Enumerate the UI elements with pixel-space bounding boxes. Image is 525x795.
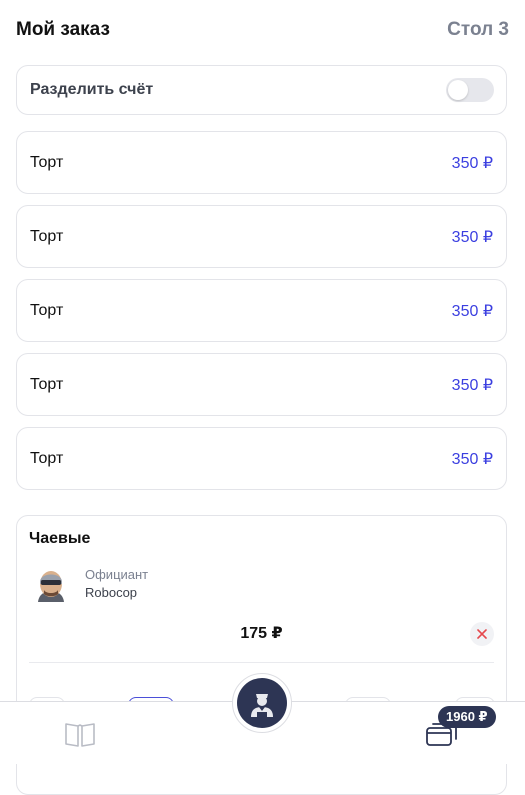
order-item[interactable]: Торт 350 ₽ [16, 427, 507, 490]
order-item[interactable]: Торт 350 ₽ [16, 131, 507, 194]
item-price: 350 ₽ [451, 302, 493, 320]
waiter-info: Официант Robocop [33, 566, 148, 602]
item-price: 350 ₽ [451, 376, 493, 394]
waiter-icon [251, 694, 273, 717]
call-waiter-button[interactable] [232, 673, 292, 733]
cart-total-badge[interactable]: 1960 ₽ [438, 706, 496, 728]
item-name: Торт [30, 153, 64, 171]
clear-tip-button[interactable] [470, 622, 494, 646]
divider [29, 662, 494, 663]
book-icon[interactable] [63, 719, 97, 749]
split-bill-row[interactable]: Разделить счёт [16, 65, 507, 115]
item-name: Торт [30, 227, 64, 245]
table-number: Стол 3 [447, 19, 509, 40]
order-item[interactable]: Торт 350 ₽ [16, 353, 507, 416]
waiter-avatar [33, 566, 69, 602]
item-name: Торт [30, 301, 64, 319]
item-price: 350 ₽ [451, 450, 493, 468]
item-name: Торт [30, 449, 64, 467]
call-waiter-inner [237, 678, 287, 728]
item-price: 350 ₽ [451, 154, 493, 172]
waiter-role: Официант [85, 567, 149, 582]
order-item[interactable]: Торт 350 ₽ [16, 205, 507, 268]
header: Мой заказ Стол 3 [16, 16, 509, 44]
split-bill-toggle[interactable] [446, 78, 494, 102]
item-name: Торт [30, 375, 64, 393]
order-item[interactable]: Торт 350 ₽ [16, 279, 507, 342]
waiter-name: Robocop [85, 585, 138, 600]
tips-title: Чаевые [29, 530, 91, 547]
item-price: 350 ₽ [451, 228, 493, 246]
close-icon [477, 629, 487, 639]
toggle-knob [448, 80, 468, 100]
split-bill-label: Разделить счёт [30, 81, 154, 98]
tip-amount: 175 ₽ [240, 625, 283, 642]
page-title: Мой заказ [16, 19, 110, 40]
